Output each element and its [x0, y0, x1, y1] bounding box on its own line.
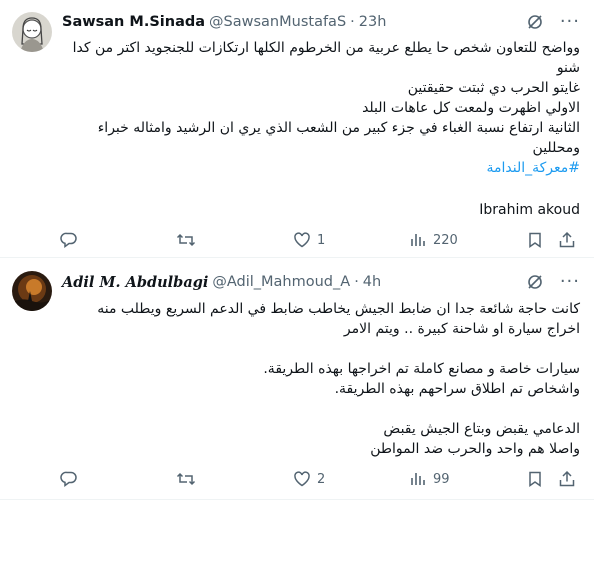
tweet[interactable]: Sawsan M.Sinada @SawsanMustafaS · 23h ··… — [0, 0, 594, 258]
retweet-button[interactable] — [176, 231, 202, 249]
text-line: الدعامي يقبض وبتاع الجيش يقبض — [383, 421, 580, 437]
retweet-button[interactable] — [176, 470, 202, 488]
text-line — [62, 339, 580, 359]
text-line: الثانية ارتفاع نسبة الغباء في جزء كبير م… — [97, 120, 580, 136]
retweet-icon — [176, 231, 196, 249]
text-line: الاولي اظهرت ولمعت كل عاهات البلد — [362, 100, 580, 116]
hashtag-link[interactable]: #معركة_الندامة — [62, 158, 580, 178]
text-line: واشخاص تم اطلاق سراحهم بهذه الطريقة. — [334, 381, 580, 397]
text-line: كانت حاجة شائعة جدا ان ضابط الجيش يخاطب … — [97, 301, 580, 317]
avatar[interactable] — [12, 12, 52, 52]
share-button[interactable] — [558, 231, 576, 249]
grok-icon[interactable] — [526, 273, 544, 291]
display-name[interactable]: Sawsan M.Sinada — [62, 14, 205, 30]
text-line — [62, 399, 580, 419]
timestamp[interactable]: 23h — [359, 14, 387, 30]
tweet-actions: 1 220 — [56, 228, 580, 252]
separator-dot: · — [354, 274, 359, 290]
retweet-icon — [176, 470, 196, 488]
reply-icon — [60, 231, 78, 249]
reply-button[interactable] — [60, 470, 84, 488]
timestamp[interactable]: 4h — [363, 274, 381, 290]
bookmark-button[interactable] — [526, 470, 544, 488]
tweet-text: كانت حاجة شائعة جدا ان ضابط الجيش يخاطب … — [62, 299, 580, 459]
user-handle[interactable]: @SawsanMustafaS — [209, 14, 346, 30]
share-button[interactable] — [558, 470, 576, 488]
tweet-header: Adil M. Abdulbagi @Adil_Mahmoud_A · 4h ·… — [62, 272, 580, 292]
text-line: واصلا هم واحد والحرب ضد المواطن — [370, 441, 580, 457]
tweet-actions: 2 99 — [56, 467, 580, 491]
avatar[interactable] — [12, 271, 52, 311]
reply-icon — [60, 470, 78, 488]
share-icon — [558, 231, 576, 249]
text-line: غايتو الحرب دي ثبتت حقيقتين — [407, 80, 580, 96]
views-icon — [409, 470, 427, 488]
like-count: 2 — [317, 471, 326, 487]
text-line: ومحللين — [532, 140, 580, 156]
text-line: اخراج سيارة او شاحنة كبيرة .. ويتم الامر — [343, 321, 580, 337]
bookmark-icon — [526, 470, 544, 488]
views-button[interactable]: 99 — [409, 470, 450, 488]
tweet-header: Sawsan M.Sinada @SawsanMustafaS · 23h ··… — [62, 12, 580, 32]
text-line: سيارات خاصة و مصانع كاملة تم اخراجها بهذ… — [263, 361, 580, 377]
bookmark-icon — [526, 231, 544, 249]
tweet[interactable]: Adil M. Abdulbagi @Adil_Mahmoud_A · 4h ·… — [0, 258, 594, 500]
tweet-text: وواضح للتعاون شخص حا يطلع عربية من الخرط… — [62, 38, 580, 220]
signature-text: Ibrahim akoud — [479, 202, 580, 218]
text-line: وواضح للتعاون شخص حا يطلع عربية من الخرط… — [72, 40, 580, 56]
like-icon — [293, 470, 311, 488]
text-line: شنو — [556, 60, 580, 76]
display-name[interactable]: Adil M. Abdulbagi — [62, 274, 208, 291]
separator-dot: · — [350, 14, 355, 30]
views-count: 220 — [433, 232, 458, 248]
more-icon[interactable]: ··· — [560, 273, 580, 291]
views-button[interactable]: 220 — [409, 231, 458, 249]
views-count: 99 — [433, 471, 450, 487]
like-button[interactable]: 2 — [293, 470, 325, 488]
like-icon — [293, 231, 311, 249]
bookmark-button[interactable] — [526, 231, 544, 249]
like-button[interactable]: 1 — [293, 231, 325, 249]
user-handle[interactable]: @Adil_Mahmoud_A — [212, 274, 350, 290]
like-count: 1 — [317, 232, 326, 248]
timeline: Sawsan M.Sinada @SawsanMustafaS · 23h ··… — [0, 0, 594, 587]
reply-button[interactable] — [60, 231, 84, 249]
grok-icon[interactable] — [526, 13, 544, 31]
views-icon — [409, 231, 427, 249]
share-icon — [558, 470, 576, 488]
more-icon[interactable]: ··· — [560, 13, 580, 31]
